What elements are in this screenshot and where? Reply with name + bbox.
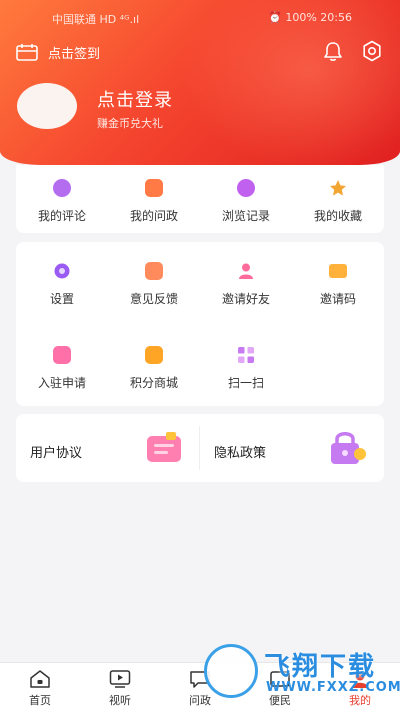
lock-icon [331, 432, 366, 464]
menu-item-label: 设置 [49, 292, 74, 306]
menu-item-favorites[interactable]: 我的收藏 [292, 179, 384, 224]
apply-icon [53, 346, 71, 364]
home-icon [30, 670, 50, 688]
menu-item-history[interactable]: 浏览记录 [200, 179, 292, 224]
menu-item-my-questions[interactable]: 我的问政 [108, 179, 200, 224]
invite-code-icon [329, 264, 347, 278]
privacy-policy-link[interactable]: 隐私政策 [200, 414, 383, 482]
clock-text: ⏰ 100% 20:56 [268, 11, 352, 24]
watermark-logo-icon [204, 644, 258, 698]
user-agreement-label: 用户协议 [30, 446, 83, 461]
nav-video[interactable]: 视听 [90, 669, 150, 708]
carrier-text: 中国联通 HD ⁴ᴳ.ıl [52, 13, 140, 26]
menu-item-label: 我的问政 [129, 209, 178, 223]
menu-item-points-mall[interactable]: 积分商城 [108, 346, 200, 391]
calendar-icon [16, 44, 38, 61]
menu-item-feedback[interactable]: 意见反馈 [108, 262, 200, 307]
user-agreement-link[interactable]: 用户协议 [16, 414, 199, 482]
comment-icon [53, 179, 71, 197]
tools-menu-card: 设置 意见反馈 邀请好友 邀请码 入驻申请 积分商城 扫一扫 [16, 242, 384, 406]
login-subtitle: 赚金币兑大礼 [97, 117, 163, 130]
watermark-url: WWW.FXXZ.COM [266, 680, 400, 695]
menu-item-label: 意见反馈 [129, 292, 178, 306]
star-icon [330, 180, 346, 196]
gear-icon[interactable] [361, 40, 383, 62]
menu-item-label: 我的评论 [37, 209, 86, 223]
menu-item-label: 浏览记录 [221, 209, 270, 223]
menu-item-label: 积分商城 [129, 376, 178, 390]
menu-item-my-comments[interactable]: 我的评论 [16, 179, 108, 224]
menu-item-invite-code[interactable]: 邀请码 [292, 262, 384, 307]
scan-icon [238, 347, 254, 363]
question-icon [145, 179, 163, 197]
status-bar: 中国联通 HD ⁴ᴳ.ıl ⏰ 100% 20:56 [0, 8, 400, 28]
profile-header: 中国联通 HD ⁴ᴳ.ıl ⏰ 100% 20:56 点击签到 点击登录 赚金币… [0, 0, 400, 165]
video-icon [109, 670, 131, 688]
menu-item-label: 入驻申请 [37, 376, 86, 390]
agreement-card-icon [147, 432, 181, 462]
points-mall-icon [145, 346, 163, 364]
privacy-policy-label: 隐私政策 [214, 446, 267, 461]
feedback-icon [145, 262, 163, 280]
nav-home[interactable]: 首页 [10, 669, 70, 708]
menu-item-label: 邀请好友 [221, 292, 270, 306]
menu-item-apply[interactable]: 入驻申请 [16, 346, 108, 391]
quick-menu-card: 我的评论 我的问政 浏览记录 我的收藏 [16, 165, 384, 233]
history-icon [237, 179, 255, 197]
invite-friend-icon [239, 263, 253, 279]
menu-item-label: 扫一扫 [227, 376, 264, 390]
login-title[interactable]: 点击登录 [97, 86, 173, 112]
menu-item-label: 我的收藏 [313, 209, 362, 223]
menu-item-label: 邀请码 [319, 292, 356, 306]
signin-button[interactable]: 点击签到 [16, 42, 100, 62]
bell-icon[interactable] [322, 40, 344, 62]
policy-card: 用户协议 隐私政策 [16, 414, 384, 482]
avatar[interactable] [17, 83, 77, 129]
menu-item-settings[interactable]: 设置 [16, 262, 108, 307]
menu-item-invite-friends[interactable]: 邀请好友 [200, 262, 292, 307]
watermark-title: 飞翔下载 [264, 652, 377, 682]
settings-icon [54, 263, 70, 279]
menu-item-scan[interactable]: 扫一扫 [200, 346, 292, 391]
watermark: 飞翔下载 WWW.FXXZ.COM [200, 640, 400, 704]
signin-label: 点击签到 [48, 46, 101, 62]
nav-home-label: 首页 [29, 694, 51, 707]
nav-video-label: 视听 [109, 694, 131, 707]
